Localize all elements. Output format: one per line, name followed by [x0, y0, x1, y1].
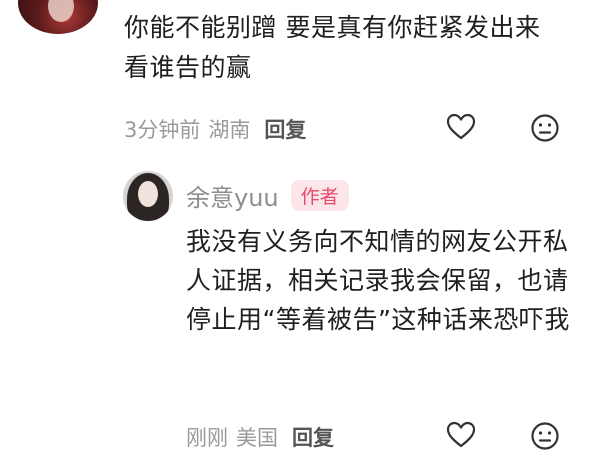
- author-badge: 作者: [290, 180, 349, 211]
- reply-header: 余意yuu 作者: [186, 178, 349, 213]
- comment-text: 你能不能别蹭 要是真有你赶紧发出来 看谁告的赢: [124, 13, 541, 82]
- comment-reply-button[interactable]: 回复: [264, 114, 306, 144]
- meh-face-icon[interactable]: [530, 113, 560, 143]
- comment-meta: 3分钟前 湖南 回复: [124, 114, 306, 144]
- heart-icon[interactable]: [446, 420, 476, 450]
- comment-location: 湖南: [208, 118, 251, 142]
- avatar-face: [138, 181, 158, 207]
- author-avatar[interactable]: [123, 171, 173, 221]
- avatar-face: [48, 0, 74, 22]
- reply-reply-button[interactable]: 回复: [292, 422, 334, 452]
- comment-time: 3分钟前: [124, 118, 201, 142]
- commenter-avatar[interactable]: [18, 0, 98, 34]
- meh-face-icon[interactable]: [530, 421, 560, 451]
- reply-location: 美国: [236, 426, 278, 450]
- reply-username[interactable]: 余意yuu: [186, 178, 279, 213]
- reply-text: 我没有义务向不知情的网友公开私人证据，相关记录我会保留，也请停止用“等着被告”这…: [186, 227, 570, 334]
- reply-time: 刚刚: [186, 426, 228, 450]
- heart-icon[interactable]: [446, 112, 476, 142]
- reply-meta: 刚刚 美国 回复: [186, 422, 334, 452]
